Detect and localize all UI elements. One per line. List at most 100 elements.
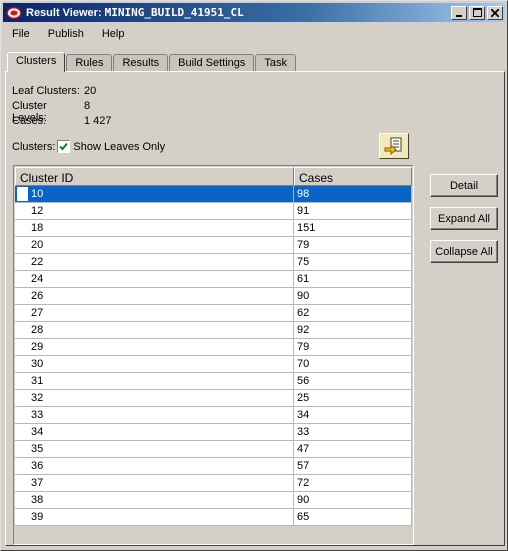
- cluster-id-cell: 20: [15, 237, 294, 254]
- cases-cell: 151: [294, 220, 412, 237]
- table-row[interactable]: 38 90: [15, 492, 412, 509]
- cluster-id-cell: 24: [15, 271, 294, 288]
- close-button[interactable]: [487, 5, 503, 20]
- table-row[interactable]: 33 34: [15, 407, 412, 424]
- minimize-icon: [456, 14, 462, 17]
- cluster-id-cell: 39: [15, 509, 294, 526]
- table-row[interactable]: 30 70: [15, 356, 412, 373]
- app-logo-icon: [6, 6, 22, 19]
- menu-publish[interactable]: Publish: [39, 26, 93, 44]
- column-header-cluster-id[interactable]: Cluster ID: [15, 167, 294, 186]
- cluster-levels-value: 8: [84, 100, 91, 112]
- tab-results[interactable]: Results: [113, 54, 169, 72]
- cases-cell: 70: [294, 356, 412, 373]
- tab-build-settings[interactable]: Build Settings: [169, 54, 255, 72]
- show-leaves-only-label[interactable]: Show Leaves Only: [73, 141, 165, 153]
- cluster-id-cell: 33: [15, 407, 294, 424]
- cluster-id-cell: 26: [15, 288, 294, 305]
- cluster-id-cell: 35: [15, 441, 294, 458]
- cases-cell: 62: [294, 305, 412, 322]
- table-row[interactable]: 28 92: [15, 322, 412, 339]
- menu-file[interactable]: File: [3, 26, 39, 44]
- cases-cell: 61: [294, 271, 412, 288]
- close-icon: [491, 8, 499, 17]
- table-row[interactable]: 22 75: [15, 254, 412, 271]
- cases-cell: 98: [294, 186, 412, 203]
- table-row[interactable]: 39 65: [15, 509, 412, 526]
- cases-row: Cases: 1 427: [12, 115, 112, 130]
- cases-cell: 90: [294, 492, 412, 509]
- cluster-id-cell: 36: [15, 458, 294, 475]
- table-row[interactable]: 20 79: [15, 237, 412, 254]
- table-body: 10 98 12 91 18 151 20 79 22 75 24 61 26 90 27 62 28 92 29 7…: [15, 186, 412, 526]
- table-row[interactable]: 29 79: [15, 339, 412, 356]
- cases-cell: 34: [294, 407, 412, 424]
- clusters-filter: Clusters: Show Leaves Only: [12, 140, 165, 153]
- cases-cell: 92: [294, 322, 412, 339]
- column-header-cases[interactable]: Cases: [294, 167, 412, 186]
- menu-help[interactable]: Help: [93, 26, 134, 44]
- maximize-icon: [472, 8, 482, 17]
- tab-rules[interactable]: Rules: [66, 54, 113, 72]
- table-row[interactable]: 26 90: [15, 288, 412, 305]
- table-row[interactable]: 10 98: [15, 186, 412, 203]
- cluster-id-cell: 30: [15, 356, 294, 373]
- table-row[interactable]: 34 33: [15, 424, 412, 441]
- cases-cell: 79: [294, 237, 412, 254]
- table-row[interactable]: 18 151: [15, 220, 412, 237]
- table-row[interactable]: 35 47: [15, 441, 412, 458]
- menu-publish-label: Publish: [47, 28, 84, 40]
- cases-cell: 91: [294, 203, 412, 220]
- window-title: Result Viewer: MINING_BUILD_41951_CL: [26, 6, 451, 19]
- cluster-id-cell: 38: [15, 492, 294, 509]
- cluster-id-cell: 34: [15, 424, 294, 441]
- expand-all-button[interactable]: Expand All: [430, 207, 498, 230]
- table-row[interactable]: 36 57: [15, 458, 412, 475]
- table-row[interactable]: 32 25: [15, 390, 412, 407]
- table-header: Cluster ID Cases: [15, 167, 412, 186]
- table-row[interactable]: 24 61: [15, 271, 412, 288]
- cluster-id-cell: 22: [15, 254, 294, 271]
- cases-cell: 75: [294, 254, 412, 271]
- menu-file-label: File: [12, 28, 30, 40]
- title-bar[interactable]: Result Viewer: MINING_BUILD_41951_CL: [3, 3, 505, 22]
- minimize-button[interactable]: [451, 5, 467, 20]
- export-button[interactable]: [379, 133, 409, 159]
- checkmark-icon: [59, 142, 69, 151]
- window-title-name: MINING_BUILD_41951_CL: [104, 6, 244, 19]
- clusters-filter-label: Clusters:: [12, 140, 56, 153]
- cluster-id-cell: 37: [15, 475, 294, 492]
- cluster-id-cell: 31: [15, 373, 294, 390]
- table-row[interactable]: 27 62: [15, 305, 412, 322]
- table-row[interactable]: 37 72: [15, 475, 412, 492]
- cases-cell: 65: [294, 509, 412, 526]
- clusters-panel: Leaf Clusters: 20 Cluster Levels: 8 Case…: [5, 71, 505, 546]
- clusters-table: Cluster ID Cases 10 98 12 91 18 151 20 79 22 75 24…: [13, 165, 414, 545]
- cluster-levels-row: Cluster Levels: 8: [12, 100, 112, 124]
- clusters-grid: Cluster ID Cases 10 98 12 91 18 151 20 79 22 75 24…: [15, 167, 412, 526]
- cases-label: Cases:: [12, 115, 47, 127]
- cluster-id-cell: 12: [15, 203, 294, 220]
- maximize-button[interactable]: [469, 5, 485, 20]
- detail-button[interactable]: Detail: [430, 174, 498, 197]
- result-viewer-window: Result Viewer: MINING_BUILD_41951_CL Fil…: [0, 0, 508, 551]
- cluster-levels-label: Cluster Levels:: [12, 100, 47, 124]
- table-row[interactable]: 12 91: [15, 203, 412, 220]
- cases-cell: 33: [294, 424, 412, 441]
- leaf-clusters-value: 20: [84, 85, 97, 97]
- cases-cell: 79: [294, 339, 412, 356]
- cases-cell: 57: [294, 458, 412, 475]
- leaf-clusters-label: Leaf Clusters:: [12, 85, 80, 97]
- tab-strip: Clusters Rules Results Build Settings Ta…: [7, 52, 297, 72]
- cluster-id-cell: 27: [15, 305, 294, 322]
- show-leaves-only-checkbox[interactable]: [57, 140, 71, 153]
- cluster-id-cell: 32: [15, 390, 294, 407]
- tab-clusters[interactable]: Clusters: [7, 52, 66, 72]
- cluster-id-cell: 18: [15, 220, 294, 237]
- table-row[interactable]: 31 56: [15, 373, 412, 390]
- collapse-all-button[interactable]: Collapse All: [430, 240, 498, 263]
- cluster-summary: Leaf Clusters: 20 Cluster Levels: 8 Case…: [12, 85, 112, 130]
- tab-task[interactable]: Task: [255, 54, 297, 72]
- menu-bar: File Publish Help: [3, 26, 133, 44]
- cluster-id-cell: 29: [15, 339, 294, 356]
